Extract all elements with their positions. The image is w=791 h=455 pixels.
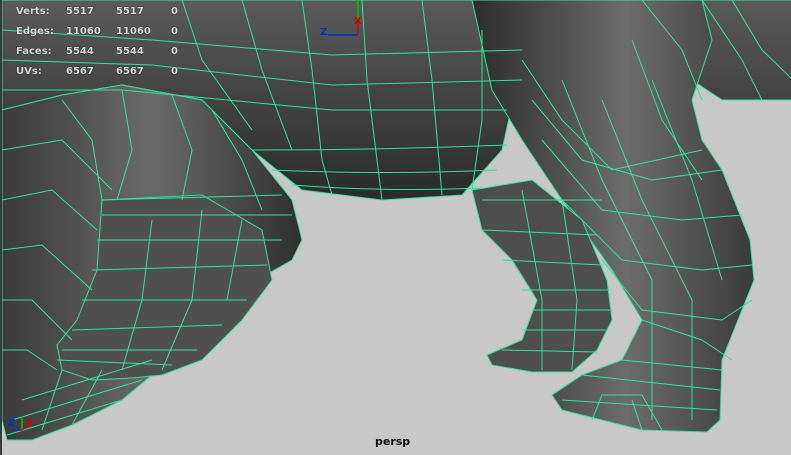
camera-name-label: persp <box>375 435 411 448</box>
hud-row-edges: Edges: 11060 11060 0 <box>16 21 191 41</box>
hud-row-verts: Verts: 5517 5517 0 <box>16 1 191 21</box>
hud-uv: 0 <box>171 5 178 17</box>
hud-total: 5544 <box>66 45 94 57</box>
axis-z-label: Z <box>320 27 328 38</box>
corner-axis-z-label: Z <box>8 418 16 429</box>
hud-total: 5517 <box>66 5 94 17</box>
corner-axis-x-label: X <box>26 418 34 429</box>
hud-label: Verts: <box>16 5 50 17</box>
hud-uv: 0 <box>171 45 178 57</box>
hud-row-uvs: UVs: 6567 6567 0 <box>16 61 191 81</box>
axis-y-label: Y <box>354 0 362 7</box>
hud-label: UVs: <box>16 65 42 77</box>
hud-selected: 11060 <box>116 25 151 37</box>
hud-row-faces: Faces: 5544 5544 0 <box>16 41 191 61</box>
hud-label: Edges: <box>16 25 54 37</box>
axis-x-label: X <box>354 16 362 27</box>
hud-selected: 5544 <box>116 45 144 57</box>
hud-uv: 0 <box>171 65 178 77</box>
poly-count-hud: Verts: 5517 5517 0 Edges: 11060 11060 0 … <box>16 1 191 81</box>
hud-total: 11060 <box>66 25 101 37</box>
hud-total: 6567 <box>66 65 94 77</box>
hud-uv: 0 <box>171 25 178 37</box>
hud-label: Faces: <box>16 45 52 57</box>
hud-selected: 6567 <box>116 65 144 77</box>
hud-selected: 5517 <box>116 5 144 17</box>
3d-viewport[interactable]: Verts: 5517 5517 0 Edges: 11060 11060 0 … <box>0 0 791 455</box>
